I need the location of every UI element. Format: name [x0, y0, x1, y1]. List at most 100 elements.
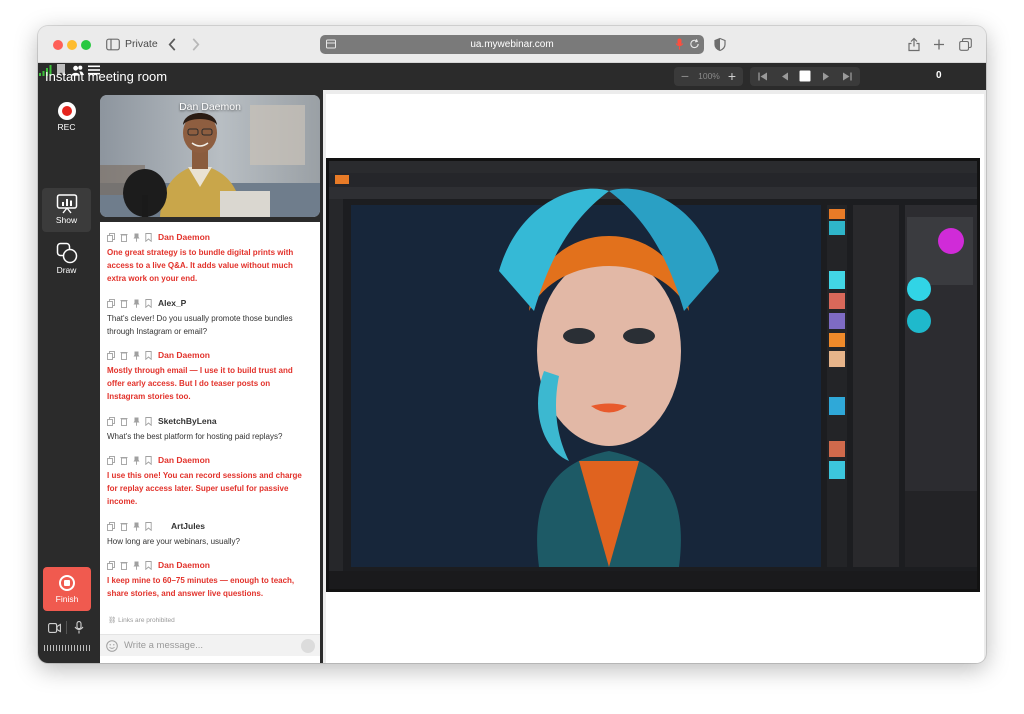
- finish-button[interactable]: Finish: [43, 567, 91, 611]
- delete-icon[interactable]: [120, 351, 128, 360]
- pin-icon[interactable]: [133, 561, 140, 570]
- copy-icon[interactable]: [107, 351, 115, 360]
- chat-message: SketchByLena What's the best platform fo…: [107, 416, 307, 443]
- browser-toolbar: Private ua.mywebinar.com: [38, 26, 986, 63]
- message-author: SketchByLena: [158, 416, 217, 426]
- browser-window: Private ua.mywebinar.com Instant meeting…: [38, 26, 986, 663]
- pin-icon[interactable]: [133, 351, 140, 360]
- copy-icon[interactable]: [107, 561, 115, 570]
- chat-message: Dan Daemon I use this one! You can recor…: [107, 455, 307, 508]
- delete-icon[interactable]: [120, 456, 128, 465]
- slide-navigation: [750, 67, 860, 86]
- draw-shapes-icon: [56, 242, 77, 264]
- media-divider: [66, 621, 67, 634]
- first-slide-icon[interactable]: [755, 69, 771, 84]
- message-author: Dan Daemon: [158, 560, 210, 570]
- zoom-level: 100%: [698, 71, 720, 81]
- pin-icon[interactable]: [133, 456, 140, 465]
- message-text: What's the best platform for hosting pai…: [107, 432, 283, 441]
- pin-icon[interactable]: [133, 233, 140, 242]
- bookmark-icon[interactable]: [145, 233, 152, 242]
- message-input[interactable]: Write a message...: [124, 640, 203, 651]
- copy-icon[interactable]: [107, 522, 115, 531]
- bookmark-icon[interactable]: [145, 351, 152, 360]
- previous-slide-icon[interactable]: [777, 69, 793, 84]
- chat-message: Alex_P That's clever! Do you usually pro…: [107, 298, 307, 338]
- next-slide-icon[interactable]: [818, 69, 834, 84]
- share-icon[interactable]: [908, 37, 920, 52]
- delete-icon[interactable]: [120, 561, 128, 570]
- copy-icon[interactable]: [107, 299, 115, 308]
- message-author: Dan Daemon: [158, 350, 210, 360]
- sidebar-icon[interactable]: [106, 37, 120, 52]
- speaker-video: Dan Daemon: [100, 95, 320, 217]
- record-icon: [57, 102, 76, 120]
- bookmark-icon[interactable]: [145, 561, 152, 570]
- copy-icon[interactable]: [107, 233, 115, 242]
- delete-icon[interactable]: [120, 522, 128, 531]
- show-label: Show: [55, 215, 78, 225]
- draw-button[interactable]: Draw: [42, 236, 91, 280]
- zoom-window-button[interactable]: [81, 40, 91, 50]
- finish-label: Finish: [55, 594, 79, 604]
- last-slide-icon[interactable]: [839, 69, 855, 84]
- chat-message: ArtJules How long are your webinars, usu…: [107, 521, 307, 548]
- message-text: Mostly through email — I use it to build…: [107, 366, 293, 401]
- shared-screen: [326, 158, 980, 592]
- message-composer[interactable]: Write a message...: [100, 634, 320, 656]
- media-controls: [46, 620, 90, 636]
- speaker-name: Dan Daemon: [179, 101, 241, 113]
- delete-icon[interactable]: [120, 299, 128, 308]
- record-button[interactable]: REC: [42, 102, 91, 134]
- zoom-out-button[interactable]: −: [677, 68, 693, 84]
- copy-icon[interactable]: [107, 417, 115, 426]
- stop-icon[interactable]: [797, 69, 813, 84]
- emoji-icon[interactable]: [106, 640, 118, 652]
- message-text: I use this one! You can record sessions …: [107, 471, 302, 506]
- bookmark-icon[interactable]: [145, 417, 152, 426]
- tab-overview-icon[interactable]: [959, 37, 972, 52]
- minimize-window-button[interactable]: [67, 40, 77, 50]
- tools-rail: REC Show Draw Finish: [38, 90, 95, 663]
- reload-icon[interactable]: [689, 38, 700, 50]
- microphone-active-icon[interactable]: [675, 38, 684, 50]
- message-author: Alex_P: [158, 298, 187, 308]
- participants-count: 0: [936, 70, 942, 81]
- message-author: ArtJules: [171, 521, 206, 531]
- address-bar[interactable]: ua.mywebinar.com: [320, 35, 704, 54]
- zoom-in-button[interactable]: +: [724, 68, 740, 84]
- presentation-stage: [326, 94, 984, 663]
- draw-label: Draw: [56, 265, 77, 275]
- send-button[interactable]: [301, 639, 315, 653]
- message-text: That's clever! Do you usually promote th…: [107, 314, 293, 336]
- chat-message: Dan Daemon One great strategy is to bund…: [107, 232, 307, 285]
- zoom-controls: − 100% +: [674, 67, 743, 86]
- links-note-text: Links are prohibited: [118, 617, 175, 624]
- chat-message: Dan Daemon Mostly through email — I use …: [107, 350, 307, 403]
- pin-icon[interactable]: [133, 417, 140, 426]
- back-icon[interactable]: [168, 37, 177, 52]
- copy-icon[interactable]: [107, 456, 115, 465]
- privacy-shield-icon[interactable]: [714, 37, 726, 52]
- bookmark-icon[interactable]: [145, 456, 152, 465]
- delete-icon[interactable]: [120, 417, 128, 426]
- show-button[interactable]: Show: [42, 188, 91, 232]
- microphone-icon[interactable]: [74, 621, 84, 634]
- app-header: Instant meeting room − 100% + 0: [38, 63, 986, 90]
- bookmark-icon[interactable]: [145, 522, 152, 531]
- room-title: Instant meeting room: [45, 69, 168, 84]
- forward-icon[interactable]: [191, 37, 200, 52]
- chat-message: Dan Daemon I keep mine to 60–75 minutes …: [107, 560, 307, 600]
- bookmark-icon[interactable]: [145, 299, 152, 308]
- link-icon: ⛓: [108, 617, 119, 624]
- record-label: REC: [57, 122, 76, 132]
- new-tab-icon[interactable]: [933, 37, 945, 52]
- close-window-button[interactable]: [53, 40, 63, 50]
- chat-column: Dan Daemon Dan Daemon One great strategy…: [95, 90, 323, 663]
- message-text: How long are your webinars, usually?: [107, 537, 240, 546]
- camera-icon[interactable]: [48, 623, 61, 633]
- pin-icon[interactable]: [133, 299, 140, 308]
- message-author: Dan Daemon: [158, 232, 210, 242]
- pin-icon[interactable]: [133, 522, 140, 531]
- delete-icon[interactable]: [120, 233, 128, 242]
